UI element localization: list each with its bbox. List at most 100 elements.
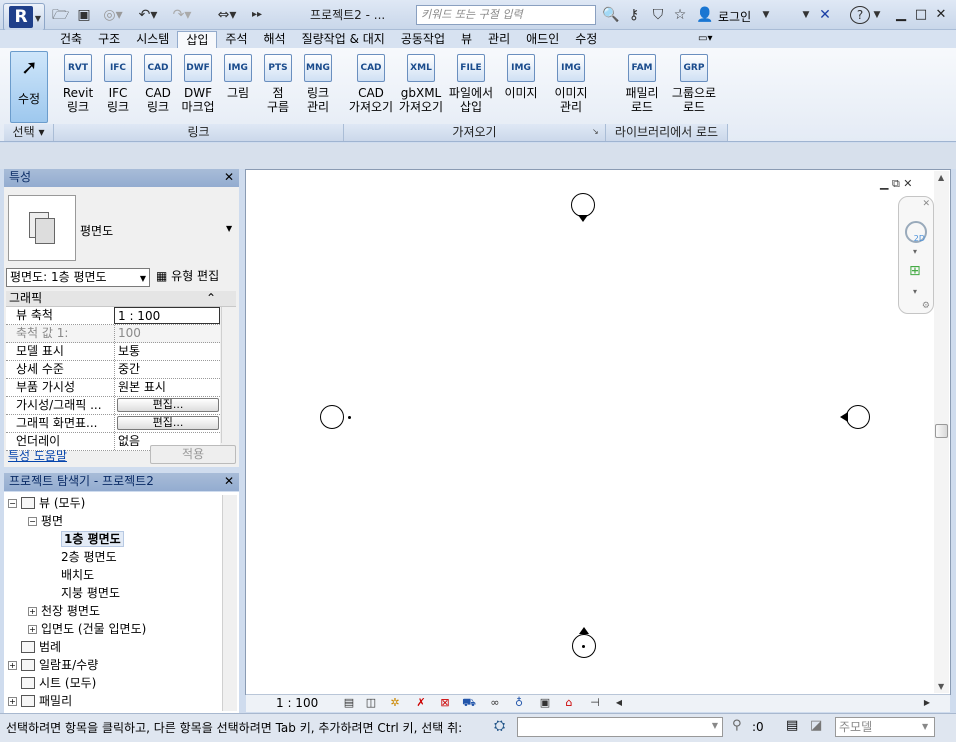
- property-value[interactable]: 보통: [114, 343, 220, 360]
- save-icon[interactable]: ▣: [76, 6, 92, 24]
- expand-icon[interactable]: +: [28, 625, 37, 634]
- scroll-left-icon[interactable]: ◀: [612, 696, 626, 710]
- link-button-2[interactable]: CAD CAD 링크: [138, 52, 178, 122]
- settings-icon[interactable]: ⚙: [922, 301, 930, 311]
- close-icon[interactable]: ✕: [922, 199, 930, 209]
- star-icon[interactable]: ☆: [670, 5, 690, 25]
- view-instance-selector[interactable]: 평면도: 1층 평면도 ▼: [6, 268, 150, 287]
- edit-button[interactable]: 편집...: [117, 416, 219, 430]
- measure-icon[interactable]: ⇔▾: [212, 6, 242, 24]
- undo-icon[interactable]: ↶▾: [134, 6, 162, 24]
- chevron-down-icon[interactable]: ▼: [760, 5, 772, 25]
- close-icon[interactable]: ✕: [932, 6, 950, 24]
- apply-button[interactable]: 적용: [150, 445, 236, 464]
- chevron-down-icon[interactable]: ▼: [226, 224, 232, 233]
- tab-2[interactable]: 시스템: [128, 31, 177, 48]
- library-button-1[interactable]: GRP 그룹으로 로드: [668, 52, 720, 122]
- sun-path-icon[interactable]: ✲: [388, 696, 402, 710]
- editable-only-icon[interactable]: ▤: [786, 718, 798, 733]
- browser-item[interactable]: 배치도: [48, 567, 94, 585]
- collapse-icon[interactable]: −: [8, 499, 17, 508]
- property-value[interactable]: 100: [114, 325, 220, 342]
- link-button-3[interactable]: DWF DWF 마크업: [178, 52, 218, 122]
- close-icon[interactable]: ✕: [224, 473, 234, 490]
- filter-icon[interactable]: ⚲: [732, 718, 742, 733]
- view-scale[interactable]: 1 : 100: [276, 695, 318, 711]
- temporary-view-icon[interactable]: ▣: [538, 696, 552, 710]
- open-folder-icon[interactable]: 🗁: [52, 6, 69, 24]
- browser-item[interactable]: − 뷰 (모두): [8, 495, 85, 513]
- tab-8[interactable]: 뷰: [453, 31, 480, 48]
- link-button-5[interactable]: PTS 점 구름: [258, 52, 298, 122]
- expand-icon[interactable]: +: [8, 661, 17, 670]
- property-value[interactable]: 1 : 100: [114, 307, 220, 324]
- tab-3[interactable]: 삽입: [177, 31, 218, 48]
- properties-scrollbar[interactable]: [221, 307, 236, 443]
- tab-9[interactable]: 관리: [480, 31, 518, 48]
- tab-1[interactable]: 구조: [90, 31, 128, 48]
- tab-10[interactable]: 애드인: [518, 31, 567, 48]
- sync-icon[interactable]: ◎▾: [100, 6, 126, 24]
- edit-type-button[interactable]: ▦ 유형 편집: [156, 268, 219, 285]
- tab-7[interactable]: 공동작업: [393, 31, 453, 48]
- key-icon[interactable]: ⚷: [624, 5, 644, 25]
- tab-11[interactable]: 수정: [567, 31, 605, 48]
- temporary-hide-icon[interactable]: ∞: [488, 696, 502, 710]
- browser-scrollbar[interactable]: [222, 495, 237, 711]
- scroll-right-icon[interactable]: ▶: [920, 696, 934, 710]
- scroll-down-icon[interactable]: ▼: [938, 682, 944, 691]
- type-selector-thumbnail[interactable]: [8, 195, 76, 261]
- edit-button[interactable]: 편집...: [117, 398, 219, 412]
- browser-item[interactable]: 시트 (모두): [8, 675, 96, 693]
- redo-icon[interactable]: ↷▾: [168, 6, 196, 24]
- exchange-apps-icon[interactable]: ✕: [814, 5, 836, 25]
- import-button-1[interactable]: XML gbXML 가져오기: [396, 52, 446, 122]
- view-window-controls[interactable]: ▁ ⧉ ✕: [880, 177, 913, 191]
- expand-icon[interactable]: +: [28, 607, 37, 616]
- search-input[interactable]: 키워드 또는 구절 입력: [416, 5, 596, 25]
- expand-icon[interactable]: +: [8, 697, 17, 706]
- property-value[interactable]: 편집...: [114, 397, 220, 414]
- subscription-icon[interactable]: ⛉: [648, 5, 668, 25]
- link-button-1[interactable]: IFC IFC 링크: [98, 52, 138, 122]
- shadows-icon[interactable]: ✗: [414, 696, 428, 710]
- browser-item[interactable]: − 평면: [28, 513, 63, 531]
- property-value[interactable]: 중간: [114, 361, 220, 378]
- ribbon-toggle-icon[interactable]: ▭▾: [698, 32, 724, 46]
- scroll-thumb[interactable]: [935, 424, 948, 438]
- scroll-up-icon[interactable]: ▲: [938, 173, 944, 182]
- crop-view-icon[interactable]: ⊠: [438, 696, 452, 710]
- chevron-down-icon[interactable]: ▾: [913, 287, 917, 296]
- graphics-group-header[interactable]: 그래픽 ⌃: [6, 291, 236, 307]
- import-button-3[interactable]: IMG 이미지: [496, 52, 546, 122]
- application-menu-button[interactable]: R ▼: [3, 3, 45, 31]
- zoom-icon[interactable]: ⊞: [909, 263, 921, 279]
- browser-item[interactable]: 지붕 평면도: [48, 585, 120, 603]
- tab-6[interactable]: 질량작업 & 대지: [294, 31, 393, 48]
- tab-5[interactable]: 해석: [256, 31, 294, 48]
- design-options-icon[interactable]: ◪: [810, 718, 822, 733]
- reveal-hidden-icon[interactable]: ♁: [512, 696, 526, 710]
- browser-item[interactable]: 1층 평면도: [48, 531, 124, 549]
- import-button-2[interactable]: FILE 파일에서 삽입: [446, 52, 496, 122]
- chevron-down-icon[interactable]: ▼: [922, 722, 928, 731]
- constraints-icon[interactable]: ⊣: [588, 696, 602, 710]
- link-button-4[interactable]: IMG 그림: [218, 52, 258, 122]
- select-group-label[interactable]: 선택 ▾: [4, 124, 54, 141]
- user-icon[interactable]: 👤: [696, 5, 714, 25]
- chevron-down-icon[interactable]: ▼: [872, 5, 882, 25]
- import-button-0[interactable]: CAD CAD 가져오기: [346, 52, 396, 122]
- chevron-down-icon[interactable]: ▼: [800, 5, 812, 25]
- browser-item[interactable]: + 일람표/수량: [8, 657, 98, 675]
- property-value[interactable]: 원본 표시: [114, 379, 220, 396]
- browser-item[interactable]: + 천장 평면도: [28, 603, 100, 621]
- dialog-launcher-icon[interactable]: ↘: [592, 127, 599, 136]
- visual-style-icon[interactable]: ◫: [364, 696, 378, 710]
- browser-item[interactable]: + 입면도 (건물 입면도): [28, 621, 146, 639]
- elevation-marker-east[interactable]: [846, 405, 870, 429]
- tab-4[interactable]: 주석: [217, 31, 255, 48]
- properties-help-link[interactable]: 특성 도움말: [8, 447, 67, 464]
- modify-button[interactable]: ➚ 수정: [10, 51, 48, 123]
- property-value[interactable]: 편집...: [114, 415, 220, 432]
- design-option-selector[interactable]: 주모델: [835, 717, 935, 737]
